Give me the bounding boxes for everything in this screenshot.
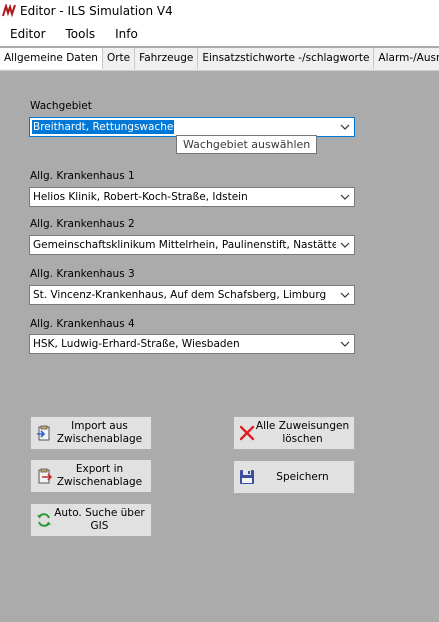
kh2-label: Allg. Krankenhaus 2: [30, 218, 135, 230]
app-icon: [2, 4, 16, 18]
menu-editor[interactable]: Editor: [0, 27, 56, 41]
kh3-select[interactable]: St. Vincenz-Krankenhaus, Auf dem Schafsb…: [29, 285, 355, 305]
title-bar: Editor - ILS Simulation V4: [0, 0, 439, 22]
wachgebiet-label: Wachgebiet: [30, 100, 92, 112]
window-title: Editor - ILS Simulation V4: [20, 4, 173, 18]
export-button-label: Export in Zwischenablage: [56, 463, 143, 488]
kh4-value: HSK, Ludwig-Erhard-Straße, Wiesbaden: [33, 338, 240, 350]
wachgebiet-tooltip: Wachgebiet auswählen: [176, 135, 318, 154]
kh1-select[interactable]: Helios Klinik, Robert-Koch-Straße, Idste…: [29, 187, 355, 207]
chevron-down-icon: [336, 118, 354, 136]
menu-info[interactable]: Info: [105, 27, 148, 41]
tab-alarm-ausruecke[interactable]: Alarm-/Ausrü: [374, 48, 439, 69]
tab-einsatzstichworte[interactable]: Einsatzstichworte -/schlagworte: [198, 48, 375, 69]
save-button[interactable]: Speichern: [233, 460, 355, 494]
chevron-down-icon: [336, 286, 354, 304]
clipboard-export-icon: [38, 468, 52, 484]
tab-fahrzeuge[interactable]: Fahrzeuge: [135, 48, 199, 69]
kh2-select[interactable]: Gemeinschaftsklinikum Mittelrhein, Pauli…: [29, 235, 355, 255]
wachgebiet-select[interactable]: Breithardt, Rettungswache: [29, 117, 355, 137]
menu-tools[interactable]: Tools: [56, 27, 106, 41]
import-clipboard-button[interactable]: Import aus Zwischenablage: [30, 416, 152, 450]
auto-search-label: Auto. Suche über GIS: [54, 507, 145, 532]
delete-button-label: Alle Zuweisungen löschen: [255, 420, 350, 445]
kh1-label: Allg. Krankenhaus 1: [30, 170, 135, 182]
chevron-down-icon: [336, 335, 354, 353]
clipboard-import-icon: [37, 425, 50, 441]
wachgebiet-value: Breithardt, Rettungswache: [32, 120, 175, 134]
tab-bar: Allgemeine Daten Orte Fahrzeuge Einsatzs…: [0, 48, 439, 71]
refresh-icon: [37, 513, 51, 527]
import-button-label: Import aus Zwischenablage: [56, 420, 143, 445]
floppy-disk-icon: [240, 470, 254, 484]
chevron-down-icon: [336, 188, 354, 206]
delete-all-assignments-button[interactable]: Alle Zuweisungen löschen: [233, 416, 355, 450]
kh1-value: Helios Klinik, Robert-Koch-Straße, Idste…: [33, 191, 248, 203]
save-button-label: Speichern: [276, 470, 329, 483]
tab-orte[interactable]: Orte: [102, 48, 136, 69]
kh3-label: Allg. Krankenhaus 3: [30, 268, 135, 280]
menu-bar: Editor Tools Info: [0, 22, 439, 46]
kh4-select[interactable]: HSK, Ludwig-Erhard-Straße, Wiesbaden: [29, 334, 355, 354]
kh4-label: Allg. Krankenhaus 4: [30, 318, 135, 330]
kh2-value: Gemeinschaftsklinikum Mittelrhein, Pauli…: [33, 239, 336, 251]
kh3-value: St. Vincenz-Krankenhaus, Auf dem Schafsb…: [33, 289, 327, 301]
chevron-down-icon: [336, 236, 354, 254]
auto-search-gis-button[interactable]: Auto. Suche über GIS: [30, 503, 152, 537]
export-clipboard-button[interactable]: Export in Zwischenablage: [30, 459, 152, 493]
tab-allgemeine-daten[interactable]: Allgemeine Daten: [0, 48, 103, 69]
delete-icon: [239, 425, 255, 441]
